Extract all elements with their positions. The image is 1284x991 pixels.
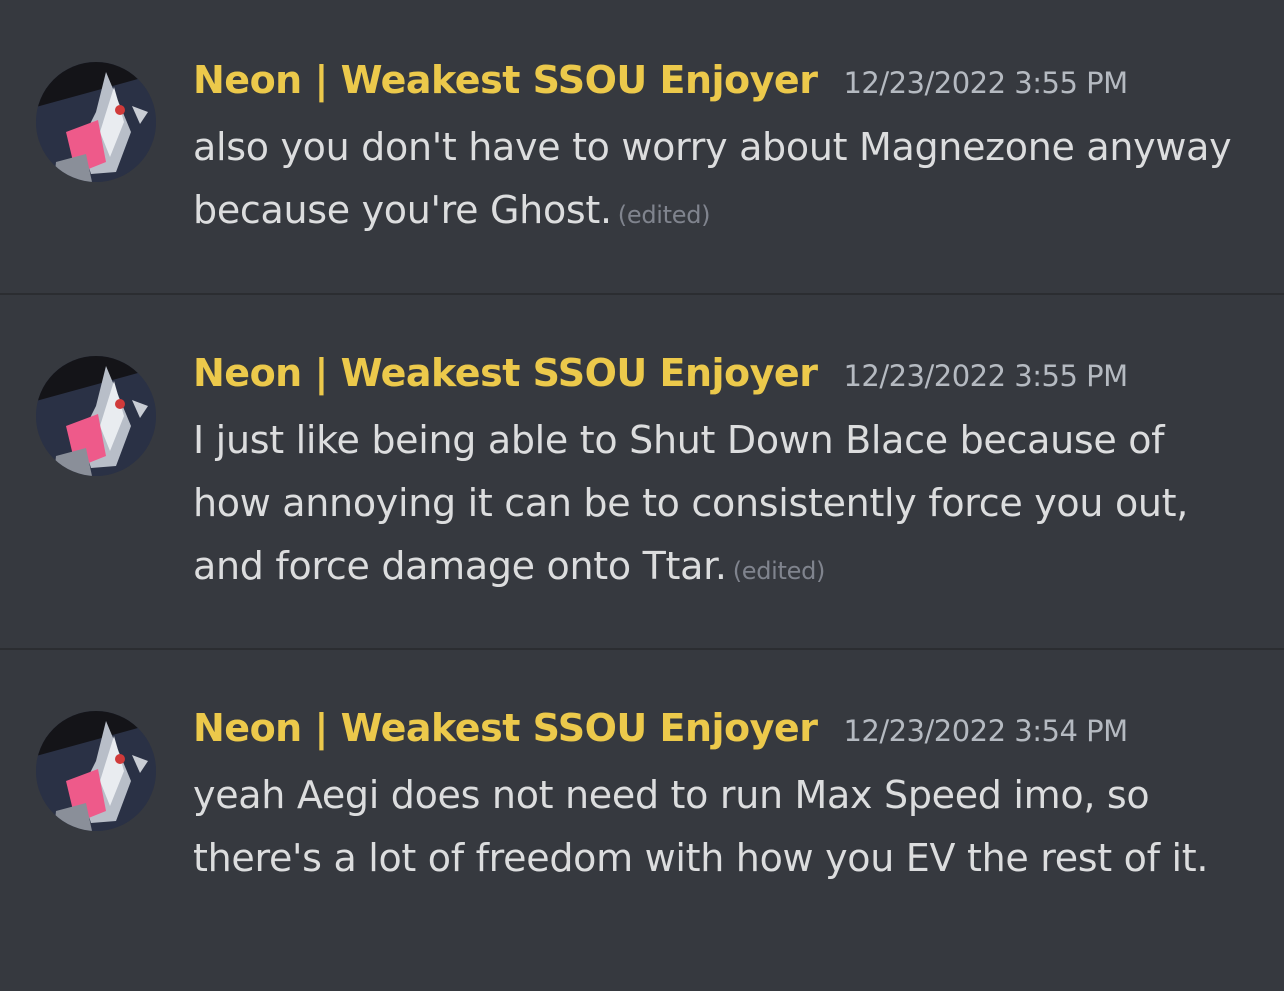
message-header: Neon | Weakest SSOU Enjoyer 12/23/2022 3… (193, 58, 1253, 116)
message-content: Neon | Weakest SSOU Enjoyer 12/23/2022 3… (193, 58, 1253, 247)
edited-label: (edited) (732, 557, 826, 585)
message-header: Neon | Weakest SSOU Enjoyer 12/23/2022 3… (193, 706, 1253, 764)
message-feed: Neon | Weakest SSOU Enjoyer 12/23/2022 3… (0, 0, 1284, 991)
message-content: Neon | Weakest SSOU Enjoyer 12/23/2022 3… (193, 351, 1253, 603)
message-body: also you don't have to worry about Magne… (193, 125, 1232, 232)
timestamp: 12/23/2022 3:54 PM (843, 714, 1128, 748)
message-item[interactable]: Neon | Weakest SSOU Enjoyer 12/23/2022 3… (0, 295, 1284, 648)
aegislash-avatar-icon (36, 62, 156, 182)
avatar[interactable] (36, 62, 156, 182)
avatar[interactable] (36, 356, 156, 476)
message-body: yeah Aegi does not need to run Max Speed… (193, 773, 1209, 880)
username[interactable]: Neon | Weakest SSOU Enjoyer (193, 706, 818, 750)
message-body: I just like being able to Shut Down Blac… (193, 418, 1189, 588)
username[interactable]: Neon | Weakest SSOU Enjoyer (193, 351, 818, 395)
timestamp: 12/23/2022 3:55 PM (843, 66, 1128, 100)
message-text: also you don't have to worry about Magne… (193, 116, 1253, 247)
message-text: I just like being able to Shut Down Blac… (193, 409, 1253, 603)
message-text: yeah Aegi does not need to run Max Speed… (193, 764, 1253, 890)
edited-label: (edited) (617, 201, 711, 229)
message-content: Neon | Weakest SSOU Enjoyer 12/23/2022 3… (193, 706, 1253, 890)
aegislash-avatar-icon (36, 356, 156, 476)
username[interactable]: Neon | Weakest SSOU Enjoyer (193, 58, 818, 102)
timestamp: 12/23/2022 3:55 PM (843, 359, 1128, 393)
message-header: Neon | Weakest SSOU Enjoyer 12/23/2022 3… (193, 351, 1253, 409)
message-item[interactable]: Neon | Weakest SSOU Enjoyer 12/23/2022 3… (0, 650, 1284, 991)
avatar[interactable] (36, 711, 156, 831)
message-item[interactable]: Neon | Weakest SSOU Enjoyer 12/23/2022 3… (0, 0, 1284, 293)
aegislash-avatar-icon (36, 711, 156, 831)
